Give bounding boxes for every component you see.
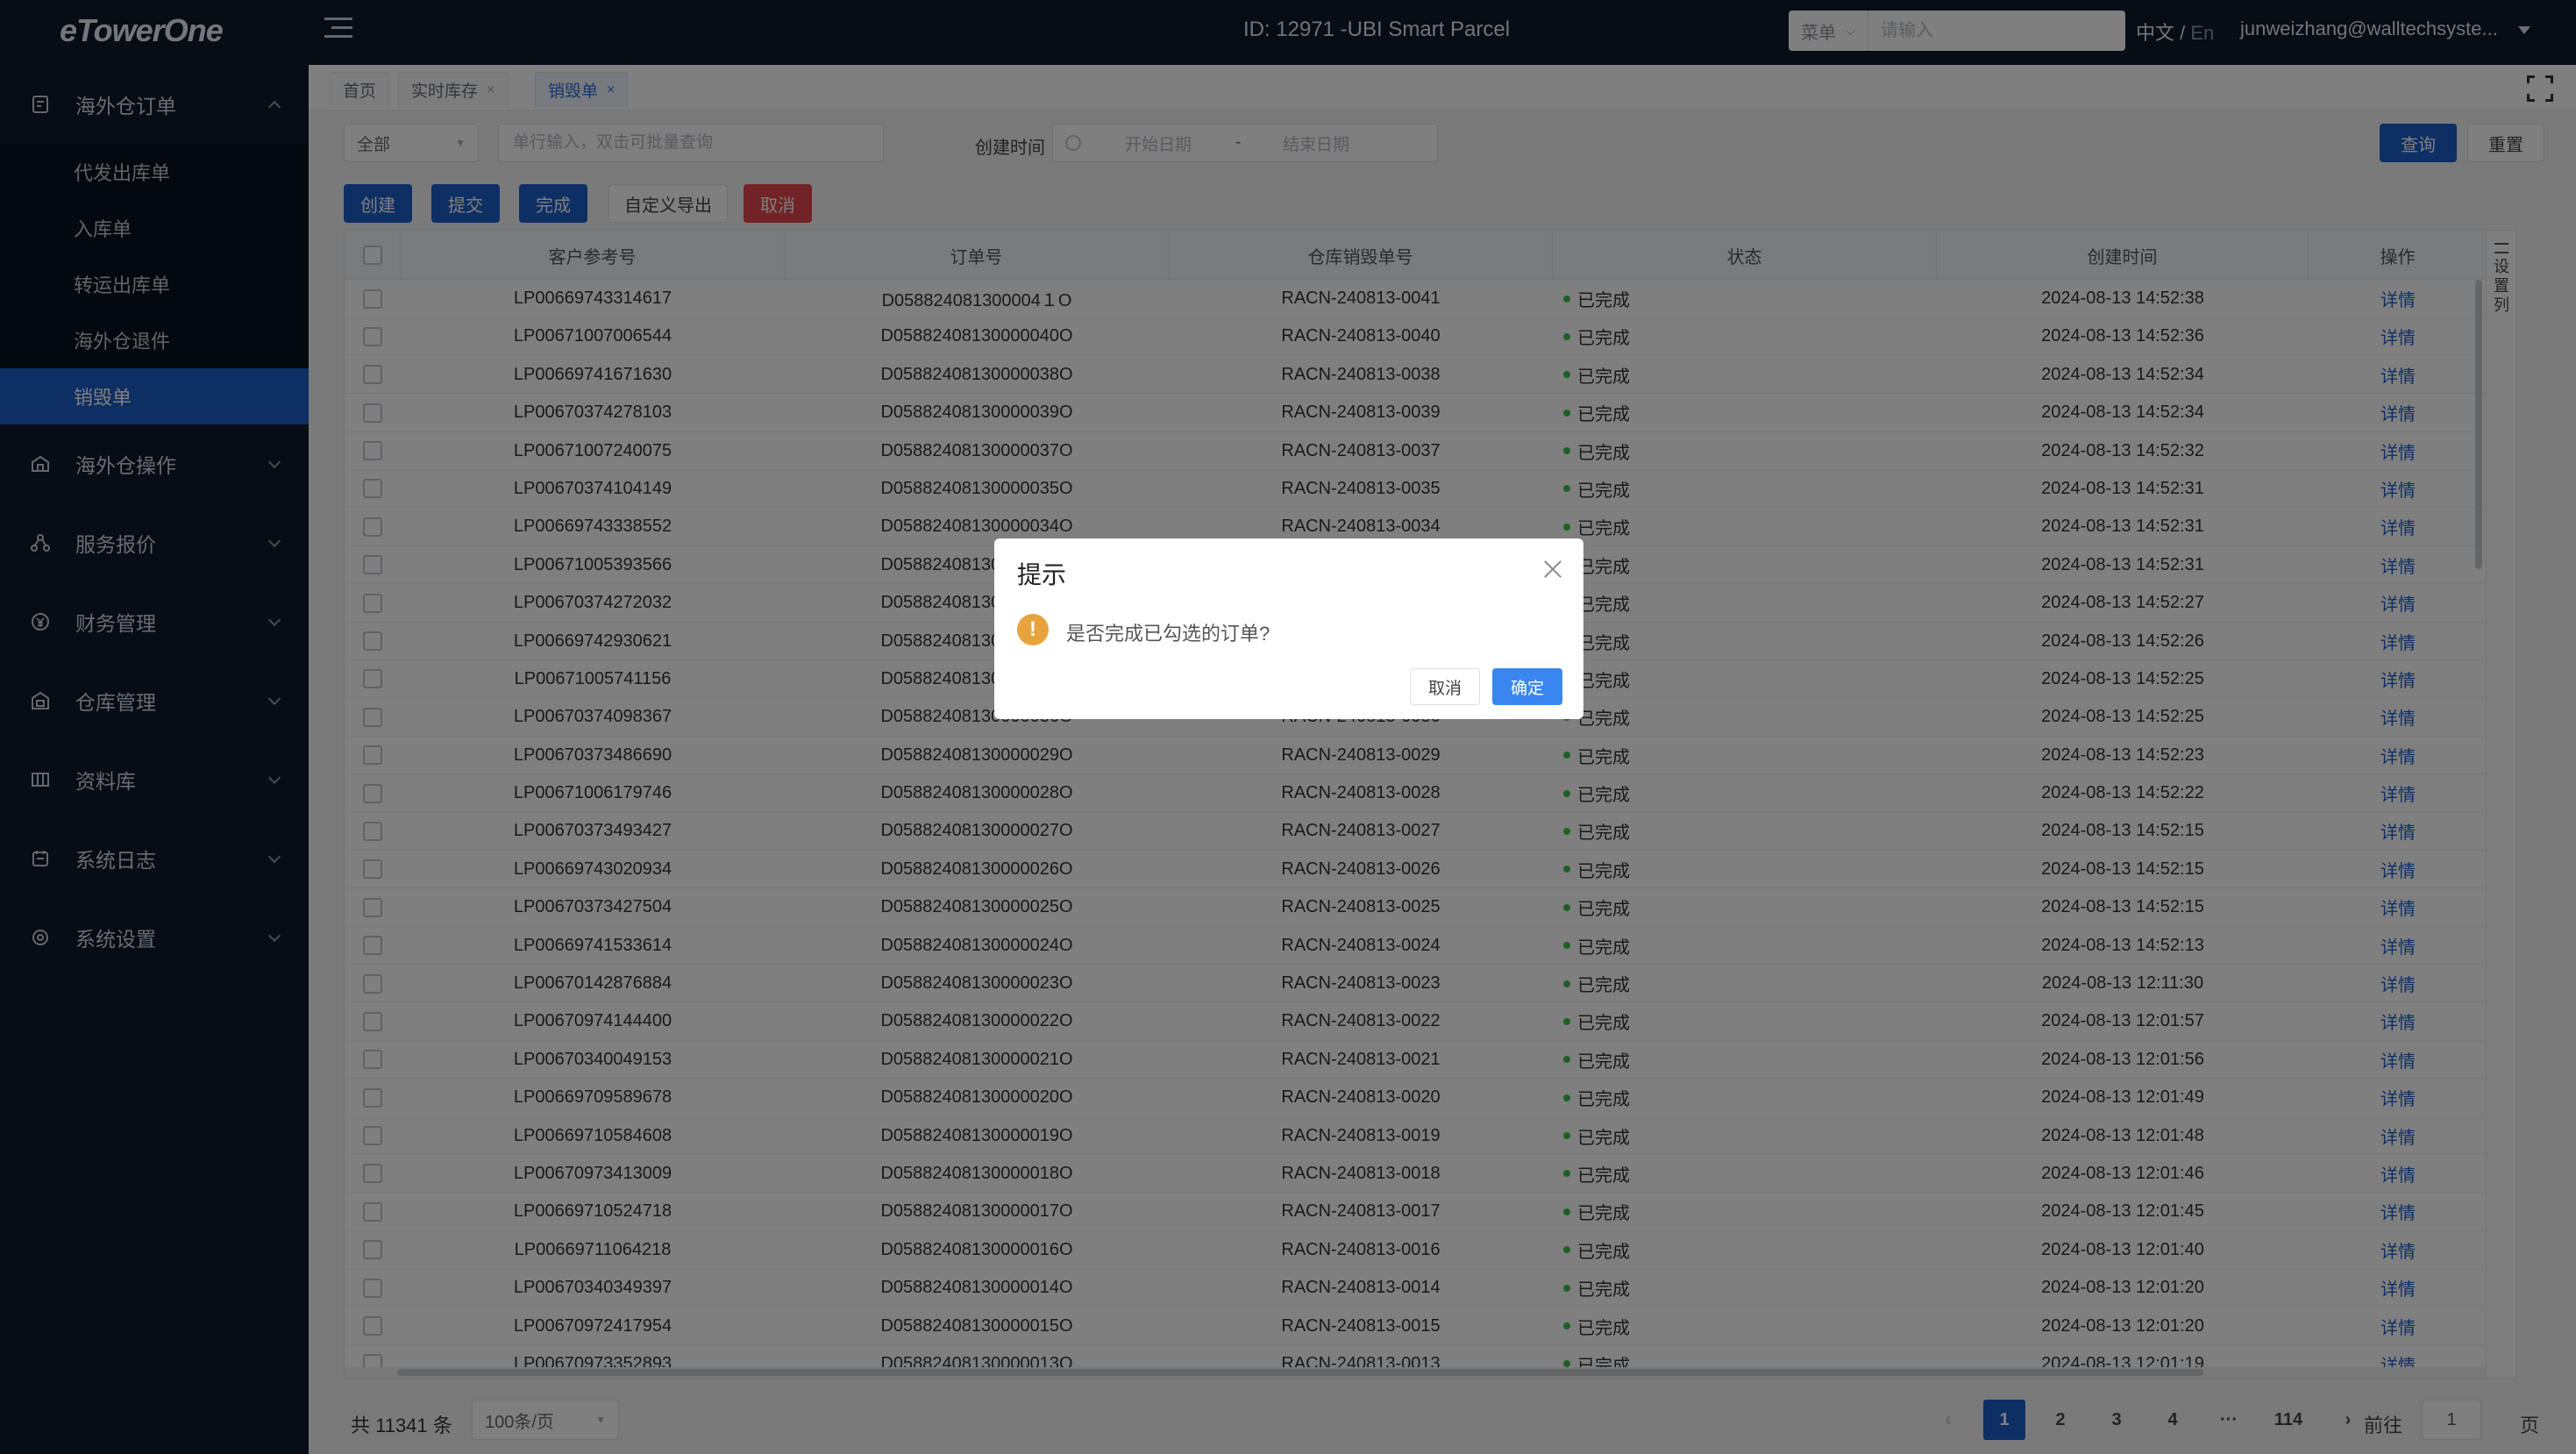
close-icon[interactable] xyxy=(1543,560,1562,579)
dialog-message: 是否完成已勾选的订单? xyxy=(1066,623,1270,645)
app-root: eTowerOne ID: 12971 -UBI Smart Parcel 菜单… xyxy=(0,0,2576,1454)
dialog-cancel-button[interactable]: 取消 xyxy=(1410,668,1480,705)
modal-overlay[interactable] xyxy=(0,0,2576,1454)
confirm-dialog: 提示 ! 是否完成已勾选的订单? 取消 确定 xyxy=(994,538,1583,719)
warning-icon: ! xyxy=(1017,614,1049,645)
dialog-confirm-button[interactable]: 确定 xyxy=(1492,668,1562,705)
dialog-title: 提示 xyxy=(1017,561,1067,588)
